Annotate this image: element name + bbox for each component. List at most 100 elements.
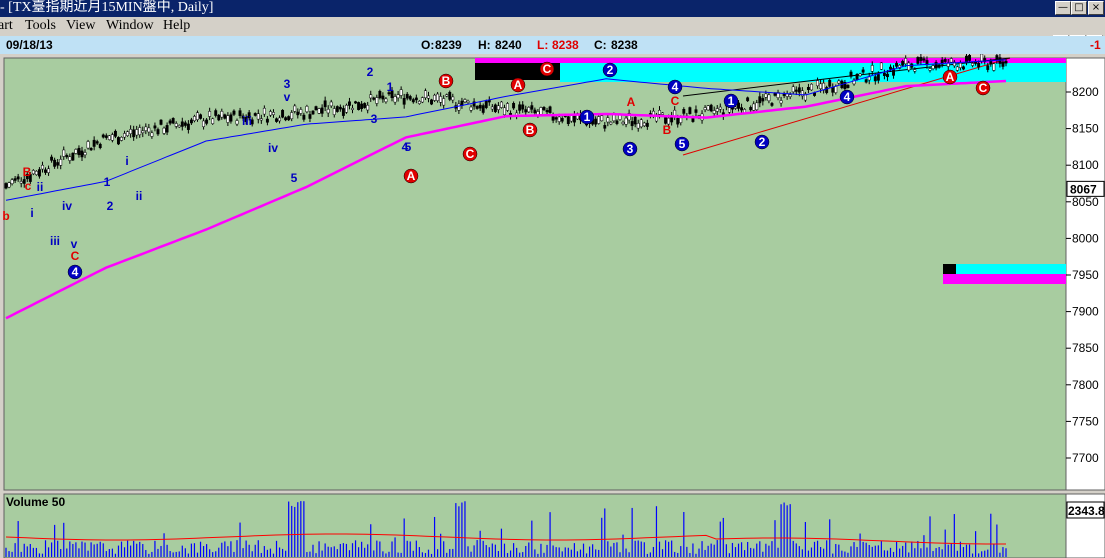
candle-body bbox=[873, 76, 877, 82]
candle-body bbox=[451, 96, 455, 101]
candle-body bbox=[651, 110, 655, 116]
candle-body bbox=[256, 113, 260, 120]
candle-body bbox=[934, 62, 938, 69]
wave-label: 2 bbox=[107, 199, 114, 213]
candle-body bbox=[715, 108, 719, 112]
y-tick-label: 7900 bbox=[1072, 305, 1099, 319]
candle-body bbox=[372, 97, 376, 100]
wave-label: 3 bbox=[284, 77, 291, 91]
candle-body bbox=[770, 103, 774, 106]
candle-body bbox=[433, 94, 437, 101]
candle-body bbox=[810, 83, 813, 91]
wave-label-text: A bbox=[627, 95, 636, 109]
wave-label: iv bbox=[268, 141, 278, 155]
wave-label-text: 4 bbox=[844, 90, 851, 104]
y-tick-label: 7800 bbox=[1072, 378, 1099, 392]
wave-label: 4 bbox=[667, 79, 683, 95]
candle-body bbox=[159, 119, 163, 125]
wave-label-text: b bbox=[2, 209, 9, 223]
candle-body bbox=[129, 129, 133, 134]
candle-body bbox=[396, 94, 400, 99]
candle-body bbox=[706, 105, 710, 111]
black-zone-right bbox=[943, 264, 956, 274]
candle-body bbox=[138, 127, 142, 136]
candle-body bbox=[682, 109, 686, 114]
candle-body bbox=[211, 118, 215, 124]
candle-body bbox=[360, 103, 364, 109]
magenta-zone-right bbox=[943, 274, 1066, 284]
close-icon[interactable]: × bbox=[1088, 1, 1104, 15]
menu-window[interactable]: Window bbox=[106, 17, 154, 35]
candle-body bbox=[448, 91, 452, 100]
candle-body bbox=[16, 176, 20, 180]
candle-body bbox=[83, 152, 87, 156]
candle-body bbox=[366, 104, 370, 111]
candle-body bbox=[740, 107, 744, 111]
candle-body bbox=[141, 130, 145, 134]
candle-body bbox=[837, 80, 841, 84]
candle-body bbox=[518, 104, 522, 111]
candle-body bbox=[609, 121, 613, 125]
candle-body bbox=[34, 170, 38, 175]
candle-body bbox=[305, 106, 309, 113]
candle-body bbox=[162, 127, 166, 134]
price-volume-chart[interactable]: bBc iiiiiiivvC412iiiiiiiv 43v52135ABCABC 21… bbox=[0, 54, 1105, 558]
candle-body bbox=[661, 112, 664, 115]
candle-body bbox=[80, 150, 84, 158]
candle-body bbox=[548, 106, 552, 113]
candle-body bbox=[919, 56, 923, 61]
candle-body bbox=[439, 96, 443, 103]
candle-body bbox=[542, 107, 546, 111]
candle-body bbox=[767, 94, 771, 102]
candle-body bbox=[168, 120, 172, 124]
candle-body bbox=[876, 74, 880, 81]
candle-body bbox=[37, 169, 41, 177]
candle-body bbox=[287, 116, 291, 121]
volume-current-value: 2343.8 bbox=[1068, 504, 1105, 518]
wave-label: 3 bbox=[371, 112, 378, 126]
wave-label: A bbox=[942, 69, 958, 85]
y-tick-label: 8100 bbox=[1072, 158, 1099, 172]
candle-body bbox=[889, 66, 892, 70]
wave-label-text: 1 bbox=[387, 80, 394, 94]
candle-body bbox=[639, 119, 643, 128]
candle-body bbox=[673, 109, 677, 117]
wave-label: b bbox=[2, 209, 9, 223]
candle-body bbox=[879, 62, 883, 70]
candle-body bbox=[539, 107, 543, 115]
wave-label: 1 bbox=[579, 109, 595, 125]
menu-view[interactable]: View bbox=[66, 17, 95, 35]
candle-body bbox=[971, 63, 975, 66]
candle-body bbox=[512, 102, 516, 109]
wave-label: iv bbox=[62, 199, 72, 213]
wave-label: 4 bbox=[839, 89, 855, 105]
menu-chart[interactable]: art bbox=[0, 17, 13, 35]
minimize-icon[interactable]: — bbox=[1055, 1, 1071, 15]
candle-body bbox=[834, 86, 838, 93]
wave-label-text: iv bbox=[268, 141, 278, 155]
candle-body bbox=[299, 109, 303, 114]
wave-label: 1 bbox=[387, 80, 394, 94]
candle-body bbox=[378, 90, 382, 99]
wave-label-text: 1 bbox=[104, 175, 111, 189]
restore-icon[interactable]: □ bbox=[1071, 1, 1087, 15]
candle-body bbox=[490, 106, 494, 110]
candle-body bbox=[989, 60, 993, 65]
candle-body bbox=[1004, 60, 1008, 64]
candle-body bbox=[557, 116, 561, 122]
candle-body bbox=[493, 104, 497, 112]
wave-label-text: 2 bbox=[367, 65, 374, 79]
menu-help[interactable]: Help bbox=[163, 17, 190, 35]
candle-body bbox=[867, 76, 871, 81]
y-tick-label: 7750 bbox=[1072, 414, 1099, 428]
candle-body bbox=[466, 100, 470, 103]
wave-label-text: 1 bbox=[584, 110, 591, 124]
candle-body bbox=[499, 101, 503, 108]
wave-label: 3 bbox=[622, 141, 638, 157]
wave-label: A bbox=[510, 77, 526, 93]
wave-label: B bbox=[438, 73, 454, 89]
candle-body bbox=[718, 106, 722, 110]
menu-tools[interactable]: Tools bbox=[25, 17, 56, 35]
candle-body bbox=[901, 61, 905, 66]
candle-body bbox=[208, 111, 212, 117]
